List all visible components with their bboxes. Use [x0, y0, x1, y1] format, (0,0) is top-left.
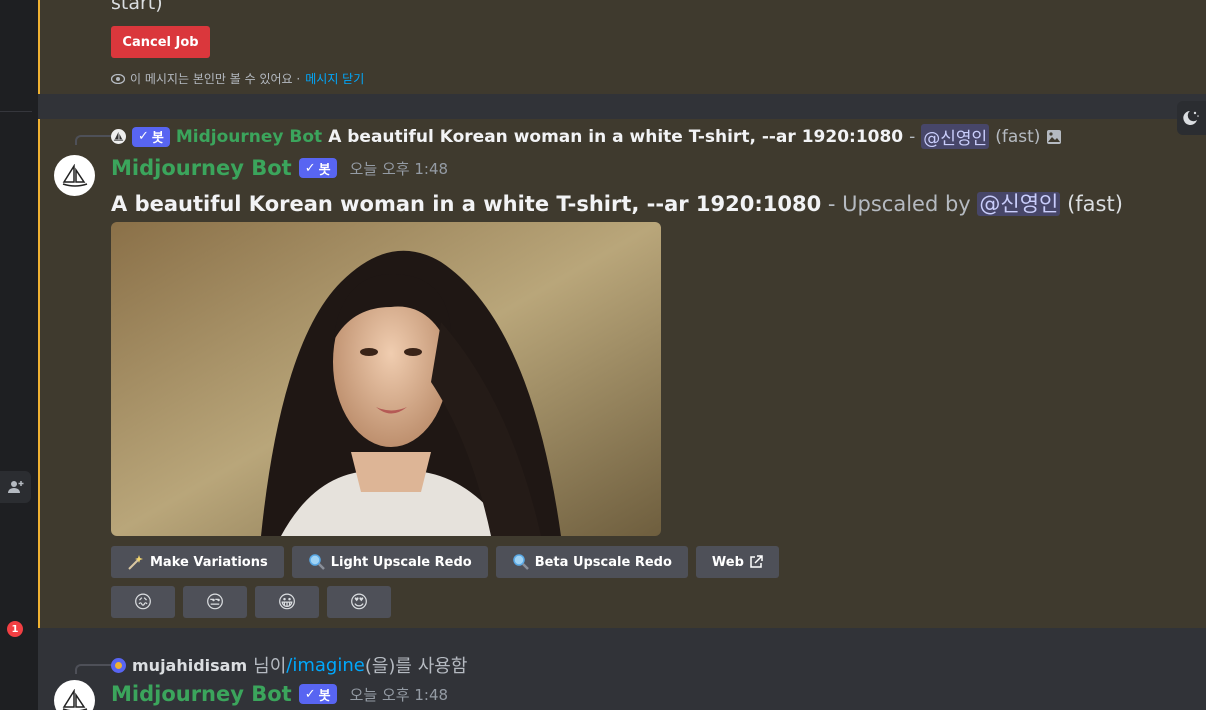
button-label: Web	[711, 554, 744, 570]
reply-mention[interactable]: @신영인	[921, 124, 990, 149]
ephemeral-text: 이 메시지는 본인만 볼 수 있어요 ·	[130, 72, 301, 86]
rail-divider	[0, 111, 32, 112]
add-user-icon	[7, 481, 23, 493]
timestamp[interactable]: 오늘 오후 1:48	[350, 158, 448, 179]
bot-badge-label: 봇	[318, 688, 331, 704]
message-content: A beautiful Korean woman in a white T-sh…	[111, 188, 1123, 218]
bot-badge: ✓ 봇	[298, 158, 337, 178]
sailboat-icon	[62, 688, 87, 710]
add-friend-button[interactable]	[0, 471, 31, 503]
interaction-text: 님이	[253, 656, 287, 677]
discord-chat-view: 1 start) Cancel Job 이 메시지는 본인만 볼 수 있어요 ·…	[0, 0, 1206, 710]
magnifier-icon	[308, 554, 325, 570]
server-rail	[0, 0, 38, 710]
button-label: Beta Upscale Redo	[534, 554, 672, 570]
reply-reference[interactable]: ✓ 봇 Midjourney Bot A beautiful Korean wom…	[111, 124, 1062, 149]
notification-badge[interactable]: 1	[7, 621, 23, 637]
sailboat-icon	[111, 129, 126, 144]
check-icon: ✓	[138, 129, 149, 144]
message-text: start)	[111, 0, 163, 14]
upscaled-by-text: - Upscaled by	[821, 192, 978, 216]
rating-button-grinning[interactable]: 😀	[255, 586, 319, 618]
author-name[interactable]: Midjourney Bot	[111, 156, 292, 180]
user-mention[interactable]: @신영인	[977, 192, 1061, 216]
portrait-image	[111, 222, 661, 536]
message-header: Midjourney Bot ✓ 봇 오늘 오후 1:48	[111, 156, 448, 180]
button-label: Make Variations	[150, 554, 268, 570]
reply-spine	[75, 135, 111, 145]
reply-separator: -	[909, 126, 916, 147]
button-label: Light Upscale Redo	[330, 554, 472, 570]
generated-image[interactable]	[111, 222, 661, 536]
component-buttons: Make Variations Light Upscale Redo Beta …	[111, 546, 779, 578]
bot-badge-label: 봇	[151, 131, 164, 146]
image-icon	[1047, 129, 1062, 144]
rating-button-unamused[interactable]: 😒	[183, 586, 247, 618]
bot-badge: ✓ 봇	[298, 684, 337, 704]
ephemeral-notice: 이 메시지는 본인만 볼 수 있어요 · 메시지 닫기	[111, 70, 364, 87]
command-link[interactable]: /imagine	[286, 655, 365, 676]
sailboat-icon	[62, 163, 87, 187]
dismiss-message-link[interactable]: 메시지 닫기	[305, 70, 364, 87]
moon-sparkle-icon	[1182, 111, 1199, 125]
reply-mode: (fast)	[995, 126, 1041, 147]
reply-spine	[75, 664, 111, 674]
make-variations-button[interactable]: Make Variations	[111, 546, 284, 578]
reply-username[interactable]: Midjourney Bot	[176, 127, 322, 147]
check-icon: ✓	[304, 686, 316, 702]
magnifier-icon	[512, 554, 529, 570]
bot-badge-label: 봇	[318, 162, 331, 178]
interaction-suffix: (을)를 사용함	[364, 656, 468, 677]
bot-avatar[interactable]	[54, 155, 95, 196]
timestamp[interactable]: 오늘 오후 1:48	[350, 684, 448, 705]
prompt-text: A beautiful Korean woman in a white T-sh…	[111, 192, 822, 216]
external-link-icon	[750, 555, 763, 568]
mode-text: (fast)	[1067, 192, 1123, 216]
light-upscale-redo-button[interactable]: Light Upscale Redo	[291, 546, 488, 578]
bot-badge: ✓ 봇	[132, 126, 170, 147]
cancel-job-button[interactable]: Cancel Job	[111, 26, 210, 58]
rating-buttons: 😖 😒 😀 😍	[111, 586, 391, 618]
magic-wand-icon	[128, 555, 143, 570]
message-header: Midjourney Bot ✓ 봇 오늘 오후 1:48	[111, 682, 448, 706]
rating-button-heart-eyes[interactable]: 😍	[327, 586, 391, 618]
bot-avatar[interactable]	[54, 680, 95, 710]
check-icon: ✓	[304, 160, 316, 176]
theme-toggle-button[interactable]	[1177, 101, 1206, 135]
interaction-reference[interactable]: mujahidisam 님이 /imagine (을)를 사용함	[111, 652, 467, 678]
web-link-button[interactable]: Web	[695, 546, 779, 578]
eye-icon	[111, 73, 125, 84]
reply-prompt: A beautiful Korean woman in a white T-sh…	[328, 126, 904, 147]
rating-button-confounded[interactable]: 😖	[111, 586, 175, 618]
author-name[interactable]: Midjourney Bot	[111, 682, 292, 706]
interaction-username[interactable]: mujahidisam	[132, 656, 247, 675]
user-avatar-mini	[111, 657, 126, 673]
beta-upscale-redo-button[interactable]: Beta Upscale Redo	[495, 546, 688, 578]
